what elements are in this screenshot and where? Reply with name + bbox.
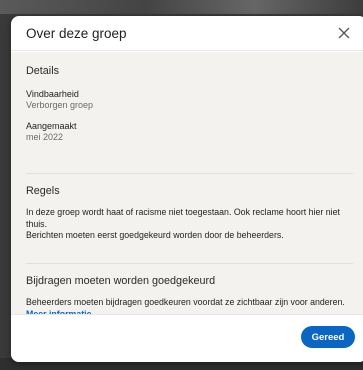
created-field: Aangemaakt mei 2022 (26, 121, 353, 142)
rules-text-2: Berichten moeten eerst goedgekeurd worde… (26, 230, 284, 241)
close-icon (338, 27, 350, 39)
background-top (0, 0, 363, 14)
dialog-header: Over deze groep (11, 16, 363, 51)
rules-text-1: In deze groep wordt haat of racisme niet… (26, 207, 340, 229)
created-label: Aangemaakt (26, 121, 77, 131)
findability-label: Vindbaarheid (26, 89, 79, 99)
about-group-dialog: Over deze groep Details Vindbaarheid Ver… (11, 16, 363, 362)
details-heading: Details (26, 65, 60, 77)
details-section: Details Vindbaarheid Verborgen groep Aan… (26, 65, 353, 142)
rules-heading: Regels (26, 185, 60, 197)
created-value: mei 2022 (26, 132, 64, 142)
divider (26, 173, 353, 174)
divider (26, 263, 353, 264)
contributions-heading: Bijdragen moeten worden goedgekeurd (26, 275, 216, 287)
findability-field: Vindbaarheid Verborgen groep (26, 89, 353, 110)
contributions-description: Beheerders moeten bijdragen goedkeuren v… (26, 297, 345, 307)
findability-value: Verborgen groep (26, 100, 94, 110)
dialog-footer: Gereed (11, 314, 363, 362)
dialog-body: Details Vindbaarheid Verborgen groep Aan… (11, 52, 363, 319)
rules-section: Regels In deze groep wordt haat of racis… (26, 185, 353, 242)
dialog-title: Over deze groep (26, 26, 127, 41)
close-button[interactable] (335, 24, 353, 42)
done-button[interactable]: Gereed (301, 326, 355, 348)
